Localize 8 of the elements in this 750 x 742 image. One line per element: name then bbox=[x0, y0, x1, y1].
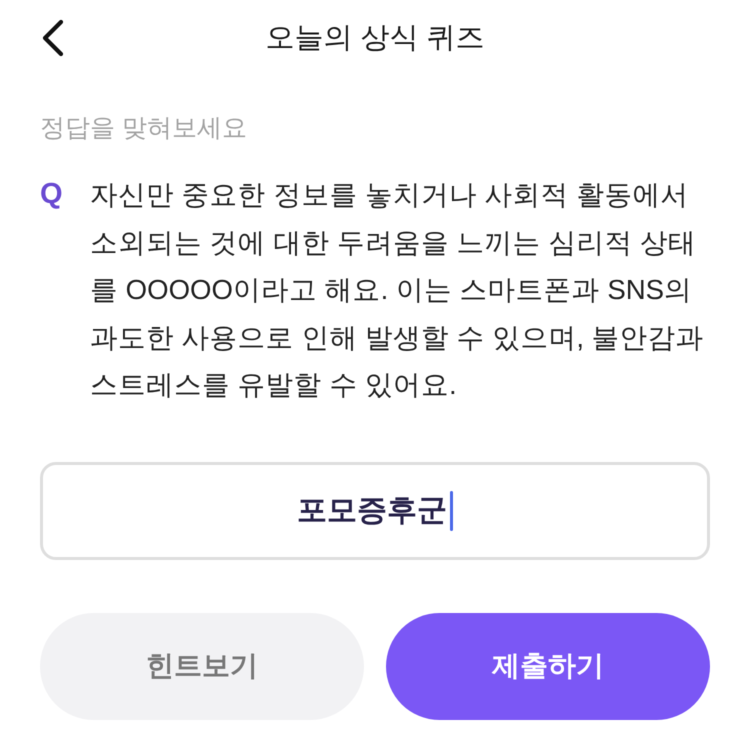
answer-field[interactable]: 포모증후군 bbox=[40, 462, 710, 560]
question-marker: Q bbox=[40, 177, 64, 212]
back-icon[interactable] bbox=[40, 19, 66, 57]
page-title: 오늘의 상식 퀴즈 bbox=[265, 20, 485, 56]
hint-button[interactable]: 힌트보기 bbox=[40, 612, 364, 720]
submit-button[interactable]: 제출하기 bbox=[386, 612, 710, 720]
question-text: 자신만 중요한 정보를 놓치거나 사회적 활동에서 소외되는 것에 대한 두려움을 느끼는 심리적 상태를 OOOOO이라고 해요. 이는 스마트폰과 SNS의 과도한 사용으로 인해 발생할 수 있으며, 불안감과 스트레스를 유발할 수 있어요. bbox=[90, 178, 705, 402]
instruction-text: 정답을 맞혀보세요 bbox=[40, 113, 248, 144]
